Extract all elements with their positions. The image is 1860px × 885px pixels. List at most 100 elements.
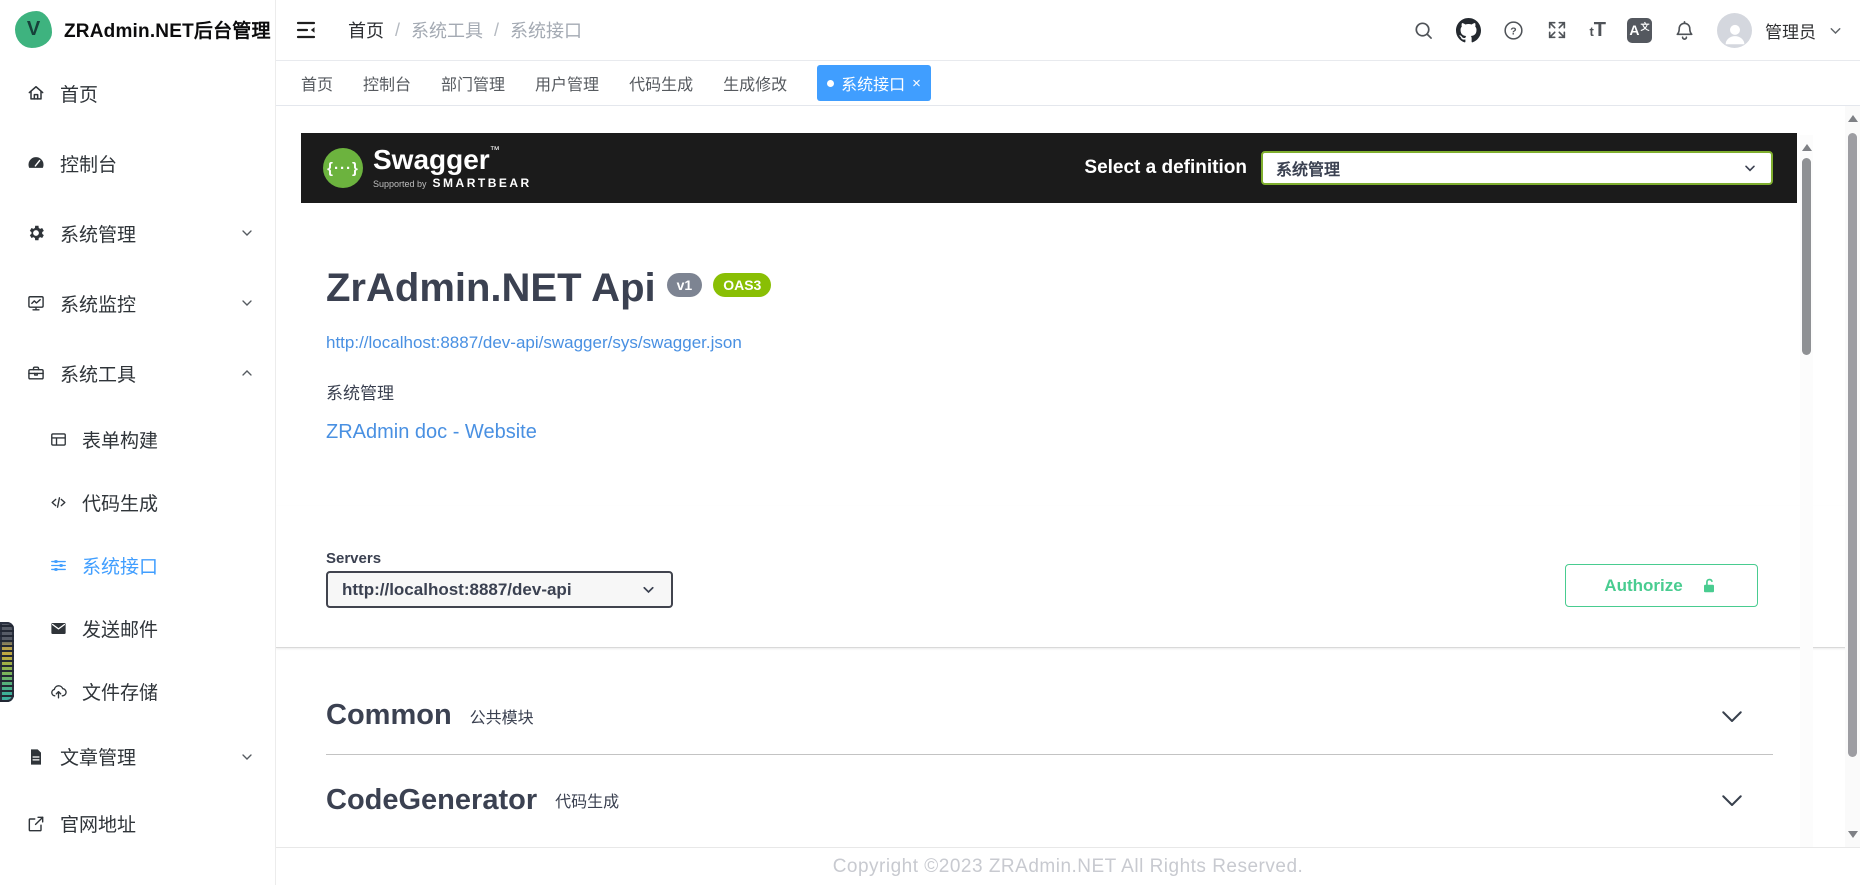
breadcrumb-item-home[interactable]: 首页 [348,17,384,43]
section-description: 公共模块 [470,704,534,728]
breadcrumb: 首页 / 系统工具 / 系统接口 [348,17,582,43]
section-expand-chevron-icon[interactable] [1717,701,1747,731]
supported-by-label: Supported by [373,179,427,189]
username-label[interactable]: 管理员 [1765,18,1816,43]
tab-system-api[interactable]: 系统接口 × [817,65,931,101]
authorize-label: Authorize [1604,576,1682,596]
sidebar-item-home[interactable]: 首页 [0,58,275,128]
sidebar-item-file-storage[interactable]: 文件存储 [0,660,275,723]
sidebar-item-code-generator[interactable]: 代码生成 [0,471,275,534]
app-logo[interactable]: V ZRAdmin.NET后台管理 [0,0,275,58]
docked-widget-stripes [0,622,14,702]
api-description: 系统管理 [326,379,394,404]
sidebar-item-label: 系统接口 [82,552,158,579]
sliders-icon [49,556,68,575]
app-root: V ZRAdmin.NET后台管理 首页 控制台 系统管理 系统监控 [0,0,1860,885]
scrollbar-thumb[interactable] [1802,158,1811,355]
section-name: Common [326,699,452,732]
user-menu-chevron-icon[interactable] [1827,22,1844,39]
definition-select[interactable]: 系统管理 [1261,151,1773,185]
section-description: 代码生成 [555,788,619,812]
sidebar-item-article-management[interactable]: 文章管理 [0,723,275,790]
home-icon [26,83,46,103]
servers-label: Servers [326,550,381,567]
page-footer: Copyright ©2023 ZRAdmin.NET All Rights R… [276,847,1860,885]
swagger-scrollbar[interactable] [1800,135,1813,847]
section-expand-chevron-icon[interactable] [1717,785,1747,815]
sidebar-item-label: 系统管理 [60,220,136,247]
tab-label: 系统接口 [841,71,905,95]
server-select[interactable]: http://localhost:8887/dev-api [326,571,673,608]
github-icon[interactable] [1456,18,1481,43]
tab-code-generator[interactable]: 代码生成 [629,71,693,95]
chevron-down-icon [1742,160,1758,176]
translate-icon[interactable]: A文 [1627,18,1652,43]
sidebar-item-label: 文章管理 [60,743,136,770]
form-icon [49,430,68,449]
scrollbar-thumb[interactable] [1848,133,1857,757]
search-icon[interactable] [1412,19,1435,42]
tab-users[interactable]: 用户管理 [535,71,599,95]
chevron-down-icon [239,295,255,311]
scroll-up-arrow[interactable] [1802,144,1812,151]
tab-home[interactable]: 首页 [301,71,333,95]
api-section-common[interactable]: Common 公共模块 [326,677,1773,755]
logo-letter: V [27,18,40,41]
spec-url-link[interactable]: http://localhost:8887/dev-api/swagger/sy… [326,333,742,353]
sidebar-item-system-api[interactable]: 系统接口 [0,534,275,597]
unlock-icon [1699,576,1719,596]
swagger-logo: {···} Swagger™ Supported by SMARTBEAR [323,146,532,190]
tab-close-icon[interactable]: × [912,76,921,91]
doc-website-link[interactable]: ZRAdmin doc - Website [326,421,537,444]
scheme-container: Servers http://localhost:8887/dev-api Au… [276,506,1860,648]
breadcrumb-item-system-tools[interactable]: 系统工具 [411,17,483,43]
select-definition-label: Select a definition [1084,157,1247,179]
sidebar-item-label: 发送邮件 [82,615,158,642]
tab-bar: 首页 控制台 部门管理 用户管理 代码生成 生成修改 系统接口 × [276,61,1860,106]
sidebar-item-dashboard[interactable]: 控制台 [0,128,275,198]
sidebar: V ZRAdmin.NET后台管理 首页 控制台 系统管理 系统监控 [0,0,276,885]
tab-generate-modify[interactable]: 生成修改 [723,71,787,95]
oas3-badge: OAS3 [713,273,771,297]
sidebar-collapse-icon[interactable] [294,18,318,42]
scroll-up-arrow[interactable] [1848,115,1858,122]
dashboard-icon [26,153,46,173]
page-scrollbar[interactable] [1845,106,1860,847]
swagger-topbar: {···} Swagger™ Supported by SMARTBEAR Se… [301,133,1797,203]
smartbear-label: SMARTBEAR [433,176,532,190]
swagger-brand-text: Swagger [373,144,490,175]
docked-widget[interactable] [0,622,14,702]
sidebar-item-label: 系统工具 [60,360,136,387]
sidebar-item-label: 表单构建 [82,426,158,453]
tab-department[interactable]: 部门管理 [441,71,505,95]
sidebar-item-label: 首页 [60,80,98,107]
api-section-codegenerator[interactable]: CodeGenerator 代码生成 [326,768,1773,832]
sidebar-item-system-management[interactable]: 系统管理 [0,198,275,268]
sidebar-item-label: 代码生成 [82,489,158,516]
sidebar-item-form-builder[interactable]: 表单构建 [0,408,275,471]
fullscreen-icon[interactable] [1546,19,1568,41]
scroll-down-arrow[interactable] [1848,831,1858,838]
chevron-up-icon [239,365,255,381]
api-title-block: ZrAdmin.NET Api v1 OAS3 [326,264,771,312]
help-icon[interactable]: ? [1502,19,1525,42]
breadcrumb-separator: / [494,20,499,41]
definition-picker: Select a definition 系统管理 [1084,151,1773,185]
sidebar-item-system-monitor[interactable]: 系统监控 [0,268,275,338]
avatar[interactable] [1717,13,1752,48]
sidebar-item-label: 控制台 [60,150,117,177]
sidebar-item-official-website[interactable]: 官网地址 [0,790,275,857]
tab-dashboard[interactable]: 控制台 [363,71,411,95]
gear-icon [26,223,46,243]
font-size-icon[interactable]: tT [1589,19,1606,42]
sidebar-item-send-mail[interactable]: 发送邮件 [0,597,275,660]
authorize-button[interactable]: Authorize [1565,564,1758,607]
swagger-content: {···} Swagger™ Supported by SMARTBEAR Se… [276,106,1860,885]
definition-select-value: 系统管理 [1276,156,1340,180]
chevron-down-icon [640,581,657,598]
cloud-upload-icon [49,682,68,701]
sidebar-item-label: 系统监控 [60,290,136,317]
server-select-value: http://localhost:8887/dev-api [342,580,572,600]
sidebar-item-system-tools[interactable]: 系统工具 [0,338,275,408]
bell-icon[interactable] [1673,19,1696,42]
